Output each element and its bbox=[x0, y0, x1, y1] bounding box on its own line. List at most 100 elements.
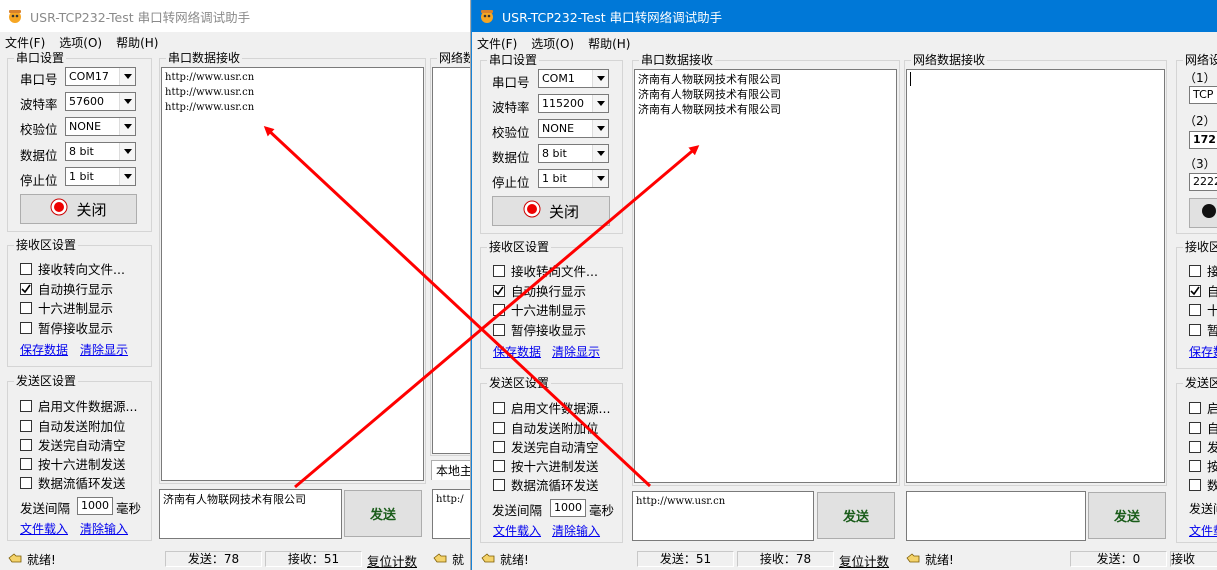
clear-input-link[interactable]: 清除输入 bbox=[552, 522, 600, 539]
interval-input[interactable]: 1000 bbox=[77, 497, 113, 515]
network-send-input[interactable]: http:/ bbox=[432, 489, 470, 539]
reset-count-button[interactable]: 复位计数 bbox=[839, 551, 889, 570]
receive-line: http://www.usr.cn bbox=[165, 72, 255, 83]
network-receive-area[interactable] bbox=[432, 67, 470, 454]
save-data-link[interactable]: 保存数据 bbox=[493, 343, 541, 360]
databits-select[interactable]: 8 bit bbox=[65, 142, 136, 161]
loop-send-checkbox[interactable]: 数据流循环发送 bbox=[20, 473, 126, 492]
baud-select[interactable]: 57600 bbox=[65, 92, 136, 111]
clear-display-link[interactable]: 清除显示 bbox=[552, 343, 600, 360]
databits-select[interactable]: 8 bit bbox=[538, 144, 609, 163]
load-file-link[interactable]: 文件载入 bbox=[20, 520, 68, 537]
recv-to-file-checkbox[interactable]: 接收转向文件... bbox=[20, 259, 125, 278]
serial-receive-area[interactable]: 济南有人物联网技术有限公司 济南有人物联网技术有限公司 济南有人物联网技术有限公… bbox=[634, 69, 897, 483]
pause-display-checkbox[interactable]: 暂停接收显示 bbox=[493, 320, 586, 339]
right-save-data-link[interactable]: 保存数 bbox=[1189, 343, 1217, 360]
menu-help[interactable]: 帮助(H) bbox=[116, 34, 158, 51]
recv-to-file-checkbox[interactable]: 接收转向文件... bbox=[493, 261, 598, 280]
checkmark-icon bbox=[493, 284, 505, 297]
stopbits-select[interactable]: 1 bit bbox=[65, 167, 136, 186]
hex-send-checkbox[interactable]: 按十六进制发送 bbox=[493, 456, 599, 475]
menu-help[interactable]: 帮助(H) bbox=[588, 35, 630, 52]
serial-receive-area[interactable]: http://www.usr.cn http://www.usr.cn http… bbox=[161, 67, 424, 481]
interval-unit: 毫秒 bbox=[589, 503, 615, 518]
file-source-checkbox[interactable]: 启用文件数据源... bbox=[493, 398, 610, 417]
load-file-link[interactable]: 文件载入 bbox=[493, 522, 541, 539]
close-port-button[interactable]: 关闭 bbox=[20, 194, 137, 224]
send-button[interactable]: 发送 bbox=[344, 490, 422, 537]
right-send-option[interactable]: 数 bbox=[1189, 475, 1217, 494]
right-send-option[interactable]: 自 bbox=[1189, 418, 1217, 437]
parity-select[interactable]: NONE bbox=[65, 117, 136, 136]
protocol-select[interactable]: TCP bbox=[1189, 86, 1217, 104]
send-text: http:/ bbox=[436, 494, 464, 505]
window-a: USR-TCP232-Test 串口转网络调试助手 文件(F) 选项(O) 帮助… bbox=[0, 0, 471, 570]
serial-send-button[interactable]: 发送 bbox=[817, 492, 895, 539]
port-select[interactable]: COM17 bbox=[65, 67, 136, 86]
right-send-option[interactable]: 按 bbox=[1189, 456, 1217, 475]
window-title: USR-TCP232-Test 串口转网络调试助手 bbox=[30, 9, 251, 25]
loop-send-checkbox[interactable]: 数据流循环发送 bbox=[493, 475, 599, 494]
menu-options[interactable]: 选项(O) bbox=[59, 34, 102, 51]
local-host-tab[interactable]: 本地主 bbox=[431, 460, 470, 480]
connect-button[interactable] bbox=[1189, 198, 1217, 228]
stopbits-select[interactable]: 1 bit bbox=[538, 169, 609, 188]
title-bar[interactable]: USR-TCP232-Test 串口转网络调试助手 bbox=[0, 0, 470, 32]
reset-count-button[interactable]: 复位计数 bbox=[367, 551, 417, 570]
red-light-icon bbox=[523, 200, 541, 222]
auto-wrap-checkbox[interactable]: 自动换行显示 bbox=[493, 281, 586, 300]
checkbox-label: 十六进制显示 bbox=[38, 301, 114, 316]
close-port-button[interactable]: 关闭 bbox=[492, 196, 610, 226]
network-send-input[interactable] bbox=[906, 491, 1086, 541]
status-ready-text: 就绪! bbox=[925, 553, 954, 567]
auto-wrap-checkbox[interactable]: 自动换行显示 bbox=[20, 279, 113, 298]
serial-send-input[interactable]: http://www.usr.cn bbox=[632, 491, 814, 541]
pause-display-checkbox[interactable]: 暂停接收显示 bbox=[20, 318, 113, 337]
file-source-checkbox[interactable]: 启用文件数据源... bbox=[20, 396, 137, 415]
append-bit-checkbox[interactable]: 自动发送附加位 bbox=[20, 416, 126, 435]
interval-input[interactable]: 1000 bbox=[550, 499, 586, 517]
serial-send-input[interactable]: 济南有人物联网技术有限公司 bbox=[159, 489, 342, 539]
port-select[interactable]: COM1 bbox=[538, 69, 609, 88]
save-data-link[interactable]: 保存数据 bbox=[20, 341, 68, 358]
menu-file[interactable]: 文件(F) bbox=[5, 34, 45, 51]
auto-clear-checkbox[interactable]: 发送完自动清空 bbox=[493, 437, 599, 456]
receive-line: 济南有人物联网技术有限公司 bbox=[638, 73, 781, 86]
parity-select[interactable]: NONE bbox=[538, 119, 609, 138]
status-sent-count: 发送：51 bbox=[637, 551, 734, 567]
baud-value: 115200 bbox=[542, 97, 584, 110]
checkbox-label: 自动换行显示 bbox=[38, 282, 114, 297]
interval-unit: 毫秒 bbox=[116, 501, 142, 516]
append-bit-checkbox[interactable]: 自动发送附加位 bbox=[493, 418, 599, 437]
checkbox-label: 数 bbox=[1207, 475, 1217, 494]
hex-send-checkbox[interactable]: 按十六进制发送 bbox=[20, 454, 126, 473]
server-ip-input[interactable]: 172 bbox=[1189, 131, 1217, 149]
checkbox-label: 数据流循环发送 bbox=[38, 476, 126, 491]
checkbox-label: 启 bbox=[1207, 398, 1217, 417]
port-label: 串口号 bbox=[492, 75, 530, 90]
right-recv-option[interactable]: 暂 bbox=[1189, 320, 1217, 339]
right-send-option[interactable]: 发 bbox=[1189, 437, 1217, 456]
stopbits-value: 1 bit bbox=[542, 172, 567, 185]
right-recv-option[interactable]: 自 bbox=[1189, 281, 1217, 300]
status-sent-count: 发送：78 bbox=[165, 551, 262, 567]
menu-options[interactable]: 选项(O) bbox=[531, 35, 574, 52]
right-recv-option[interactable]: 接 bbox=[1189, 261, 1217, 280]
hex-display-checkbox[interactable]: 十六进制显示 bbox=[20, 298, 113, 317]
menu-file[interactable]: 文件(F) bbox=[477, 35, 517, 52]
hex-display-checkbox[interactable]: 十六进制显示 bbox=[493, 300, 586, 319]
right-recv-option[interactable]: 十 bbox=[1189, 300, 1217, 319]
right-load-file-link[interactable]: 文件载 bbox=[1189, 522, 1217, 539]
checkbox-label: 自 bbox=[1207, 281, 1217, 300]
baud-select[interactable]: 115200 bbox=[538, 94, 609, 113]
network-receive-area[interactable] bbox=[906, 69, 1165, 483]
clear-display-link[interactable]: 清除显示 bbox=[80, 341, 128, 358]
checkbox-label: 按十六进制发送 bbox=[511, 459, 599, 474]
parity-label: 校验位 bbox=[20, 122, 58, 137]
title-bar[interactable]: USR-TCP232-Test 串口转网络调试助手 bbox=[472, 0, 1217, 32]
right-send-option[interactable]: 启 bbox=[1189, 398, 1217, 417]
clear-input-link[interactable]: 清除输入 bbox=[80, 520, 128, 537]
auto-clear-checkbox[interactable]: 发送完自动清空 bbox=[20, 435, 126, 454]
network-send-button[interactable]: 发送 bbox=[1088, 492, 1166, 539]
server-port-input[interactable]: 2222 bbox=[1189, 173, 1217, 191]
